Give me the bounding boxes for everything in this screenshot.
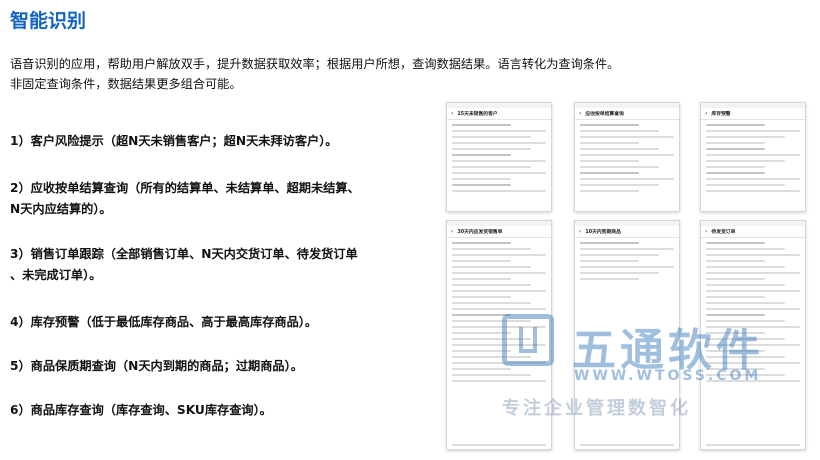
screen-title: 待发货订单 <box>711 230 736 235</box>
feature-item: 4）库存预警（低于最低库存商品、高于最高库存商品）。 <box>10 312 380 333</box>
feature-line: 4）库存预警（低于最低库存商品、高于最高库存商品）。 <box>10 315 318 329</box>
app-bar: ‹ 应收按单结算查询 <box>575 108 679 120</box>
screen-title: 10天内到期商品 <box>585 230 621 235</box>
back-arrow-icon: ‹ <box>451 110 454 117</box>
feature-item: 3）销售订单跟踪（全部销售订单、N天内交货订单、待发货订单 、未完成订单）。 <box>10 244 380 286</box>
app-bar: ‹ 10天内到期商品 <box>575 226 679 238</box>
feature-item: 5）商品保质期查询（N天内到期的商品；过期商品）。 <box>10 356 380 377</box>
feature-item: 2）应收按单结算查询（所有的结算单、未结算单、超期未结算、 N天内应结算的）。 <box>10 178 380 220</box>
feature-item: 1）客户风险提示（超N天未销售客户；超N天未拜访客户）。 <box>10 131 380 152</box>
app-bar: ‹ 库存预警 <box>701 108 805 120</box>
feature-line: 、未完成订单）。 <box>10 268 102 282</box>
feature-line: 1）客户风险提示（超N天未销售客户；超N天未拜访客户）。 <box>10 134 338 148</box>
brand-logo-icon <box>502 314 554 366</box>
phone-screenshot: ‹ 库存预警 <box>700 102 806 212</box>
feature-item: 6）商品库存查询（库存查询、SKU库存查询）。 <box>10 400 380 421</box>
back-arrow-icon: ‹ <box>451 228 454 235</box>
app-bar: ‹ 30天内应发货销售单 <box>447 226 551 238</box>
watermark: 五通软件 WWW.WTOSS.COM 专注企业管理数智化 <box>502 314 802 424</box>
watermark-url: WWW.WTOSS.COM <box>574 368 762 384</box>
phone-screenshot: ‹ 15天未销售的客户 <box>446 102 552 212</box>
feature-line: 2）应收按单结算查询（所有的结算单、未结算单、超期未结算、 <box>10 181 360 195</box>
screen-title: 库存预警 <box>711 112 731 117</box>
feature-line: 5）商品保质期查询（N天内到期的商品；过期商品）。 <box>10 359 303 373</box>
screen-title: 30天内应发货销售单 <box>457 230 503 235</box>
feature-line: N天内应结算的）。 <box>10 202 112 216</box>
intro-line: 非固定查询条件，数据结果更多组合可能。 <box>10 77 242 91</box>
back-arrow-icon: ‹ <box>579 110 582 117</box>
intro-line: 语音识别的应用，帮助用户解放双手，提升数据获取效率；根据用户所想，查询数据结果。… <box>10 57 620 71</box>
back-arrow-icon: ‹ <box>705 228 708 235</box>
watermark-slogan: 专注企业管理数智化 <box>502 398 691 419</box>
phone-screenshot: ‹ 应收按单结算查询 <box>574 102 680 212</box>
screen-title: 15天未销售的客户 <box>457 112 498 117</box>
feature-line: 6）商品库存查询（库存查询、SKU库存查询）。 <box>10 403 272 417</box>
app-bar: ‹ 15天未销售的客户 <box>447 108 551 120</box>
feature-line: 3）销售订单跟踪（全部销售订单、N天内交货订单、待发货订单 <box>10 247 358 261</box>
back-arrow-icon: ‹ <box>579 228 582 235</box>
app-bar: ‹ 待发货订单 <box>701 226 805 238</box>
screen-title: 应收按单结算查询 <box>585 112 624 117</box>
intro-text: 语音识别的应用，帮助用户解放双手，提升数据获取效率；根据用户所想，查询数据结果。… <box>10 54 650 94</box>
page-title: 智能识别 <box>10 10 87 32</box>
back-arrow-icon: ‹ <box>705 110 708 117</box>
